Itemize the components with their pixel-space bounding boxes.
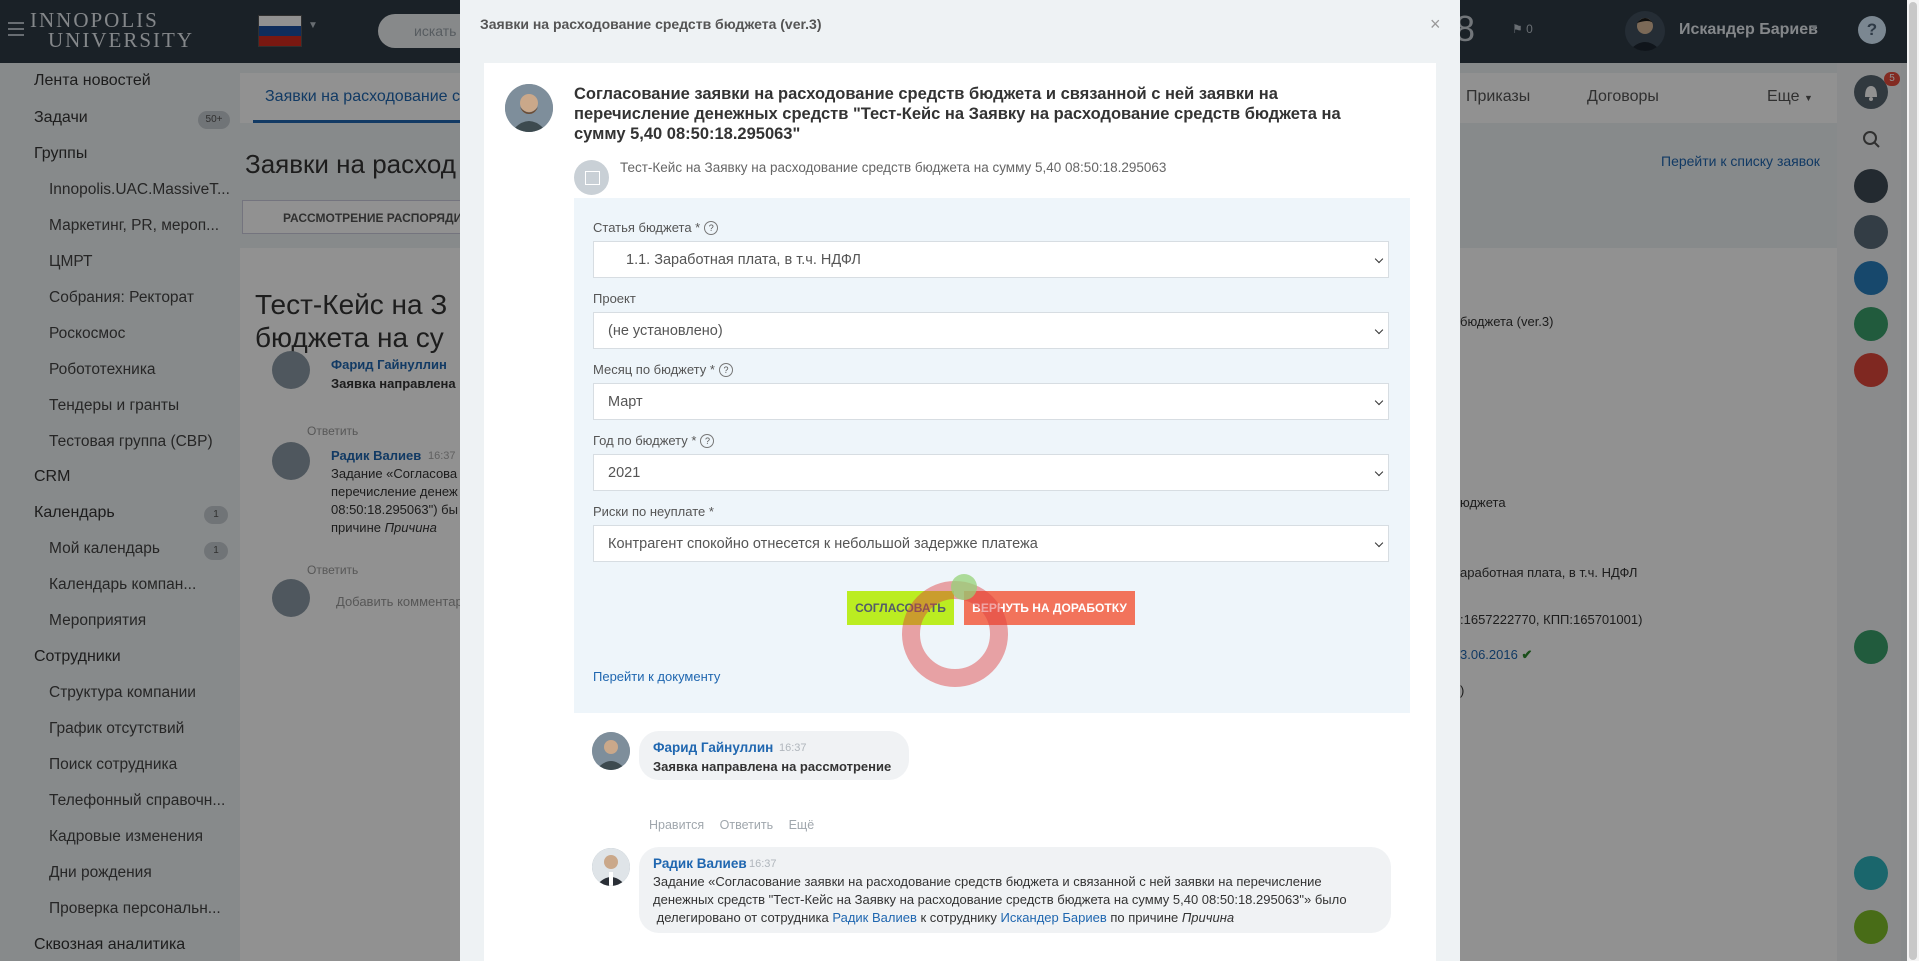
document-icon	[574, 160, 609, 195]
goto-document-link[interactable]: Перейти к документу	[593, 669, 720, 684]
month-label: Месяц по бюджету *?	[593, 362, 733, 377]
comment-author[interactable]: Фарид Гайнуллин	[653, 740, 773, 755]
modal-body: Согласование заявки на расходование сред…	[484, 63, 1436, 961]
comment-text: делегировано от сотрудника Радик Валиев …	[653, 909, 1234, 927]
comment-bubble: Радик Валиев 16:37 Задание «Согласование…	[639, 847, 1391, 933]
avatar[interactable]	[505, 84, 553, 132]
comment-actions: Нравится Ответить Ещё	[649, 818, 826, 832]
budget-item-select[interactable]: 1.1. Заработная плата, в т.ч. НДФЛ	[593, 241, 1389, 278]
scrollbar[interactable]	[1907, 0, 1919, 961]
help-circle-icon[interactable]: ?	[718, 363, 733, 377]
comment-time: 16:37	[779, 742, 807, 754]
approve-button[interactable]: СОГЛАСОВАТЬ	[847, 591, 954, 625]
close-icon[interactable]: ×	[1430, 14, 1441, 35]
user-link[interactable]: Искандер Бариев	[1000, 910, 1106, 925]
year-select[interactable]: 2021	[593, 454, 1389, 491]
comment-text-part: к сотруднику	[920, 910, 997, 925]
comment-author[interactable]: Радик Валиев	[653, 856, 747, 871]
budget-item-label: Статья бюджета *?	[593, 220, 719, 235]
help-icon[interactable]: ?	[1858, 16, 1886, 44]
task-title: Согласование заявки на расходование сред…	[574, 85, 1341, 143]
budget-item-label-text: Статья бюджета *	[593, 220, 701, 235]
risk-label: Риски по неуплате *	[593, 504, 714, 519]
approval-form: Статья бюджета *? 1.1. Заработная плата,…	[574, 198, 1410, 713]
return-button[interactable]: ВЕРНУТЬ НА ДОРАБОТКУ	[964, 591, 1135, 625]
year-label: Год по бюджету *?	[593, 433, 715, 448]
avatar[interactable]	[592, 732, 630, 770]
comment-text-part: делегировано от сотрудника	[653, 910, 829, 925]
scrollbar-thumb[interactable]	[1909, 2, 1917, 960]
task-modal: Заявки на расходование средств бюджета (…	[460, 0, 1460, 961]
comment-bubble: Фарид Гайнуллин 16:37 Заявка направлена …	[639, 731, 909, 780]
year-label-text: Год по бюджету *	[593, 433, 697, 448]
more-link[interactable]: Ещё	[789, 818, 815, 832]
help-circle-icon[interactable]: ?	[700, 434, 715, 448]
project-label: Проект	[593, 291, 636, 306]
reply-link[interactable]: Ответить	[720, 818, 773, 832]
comment-text: денежных средств "Тест-Кейс на Заявку на…	[653, 892, 1347, 907]
avatar[interactable]	[592, 848, 630, 886]
help-circle-icon[interactable]: ?	[704, 221, 719, 235]
document-subtitle: Тест-Кейс на Заявку на расходование сред…	[620, 160, 1167, 175]
comment-text: Заявка направлена на рассмотрение	[653, 759, 892, 774]
month-label-text: Месяц по бюджету *	[593, 362, 715, 377]
month-select[interactable]: Март	[593, 383, 1389, 420]
project-select[interactable]: (не установлено)	[593, 312, 1389, 349]
user-link[interactable]: Радик Валиев	[832, 910, 917, 925]
comment-text-part: по причине	[1110, 910, 1179, 925]
comment-time: 16:37	[749, 858, 777, 870]
comment-reason: Причина	[1181, 910, 1235, 925]
like-link[interactable]: Нравится	[649, 818, 704, 832]
modal-title: Заявки на расходование средств бюджета (…	[480, 16, 822, 32]
comment-text: Задание «Согласование заявки на расходов…	[653, 874, 1322, 889]
risk-select[interactable]: Контрагент спокойно отнесется к небольшо…	[593, 525, 1389, 562]
